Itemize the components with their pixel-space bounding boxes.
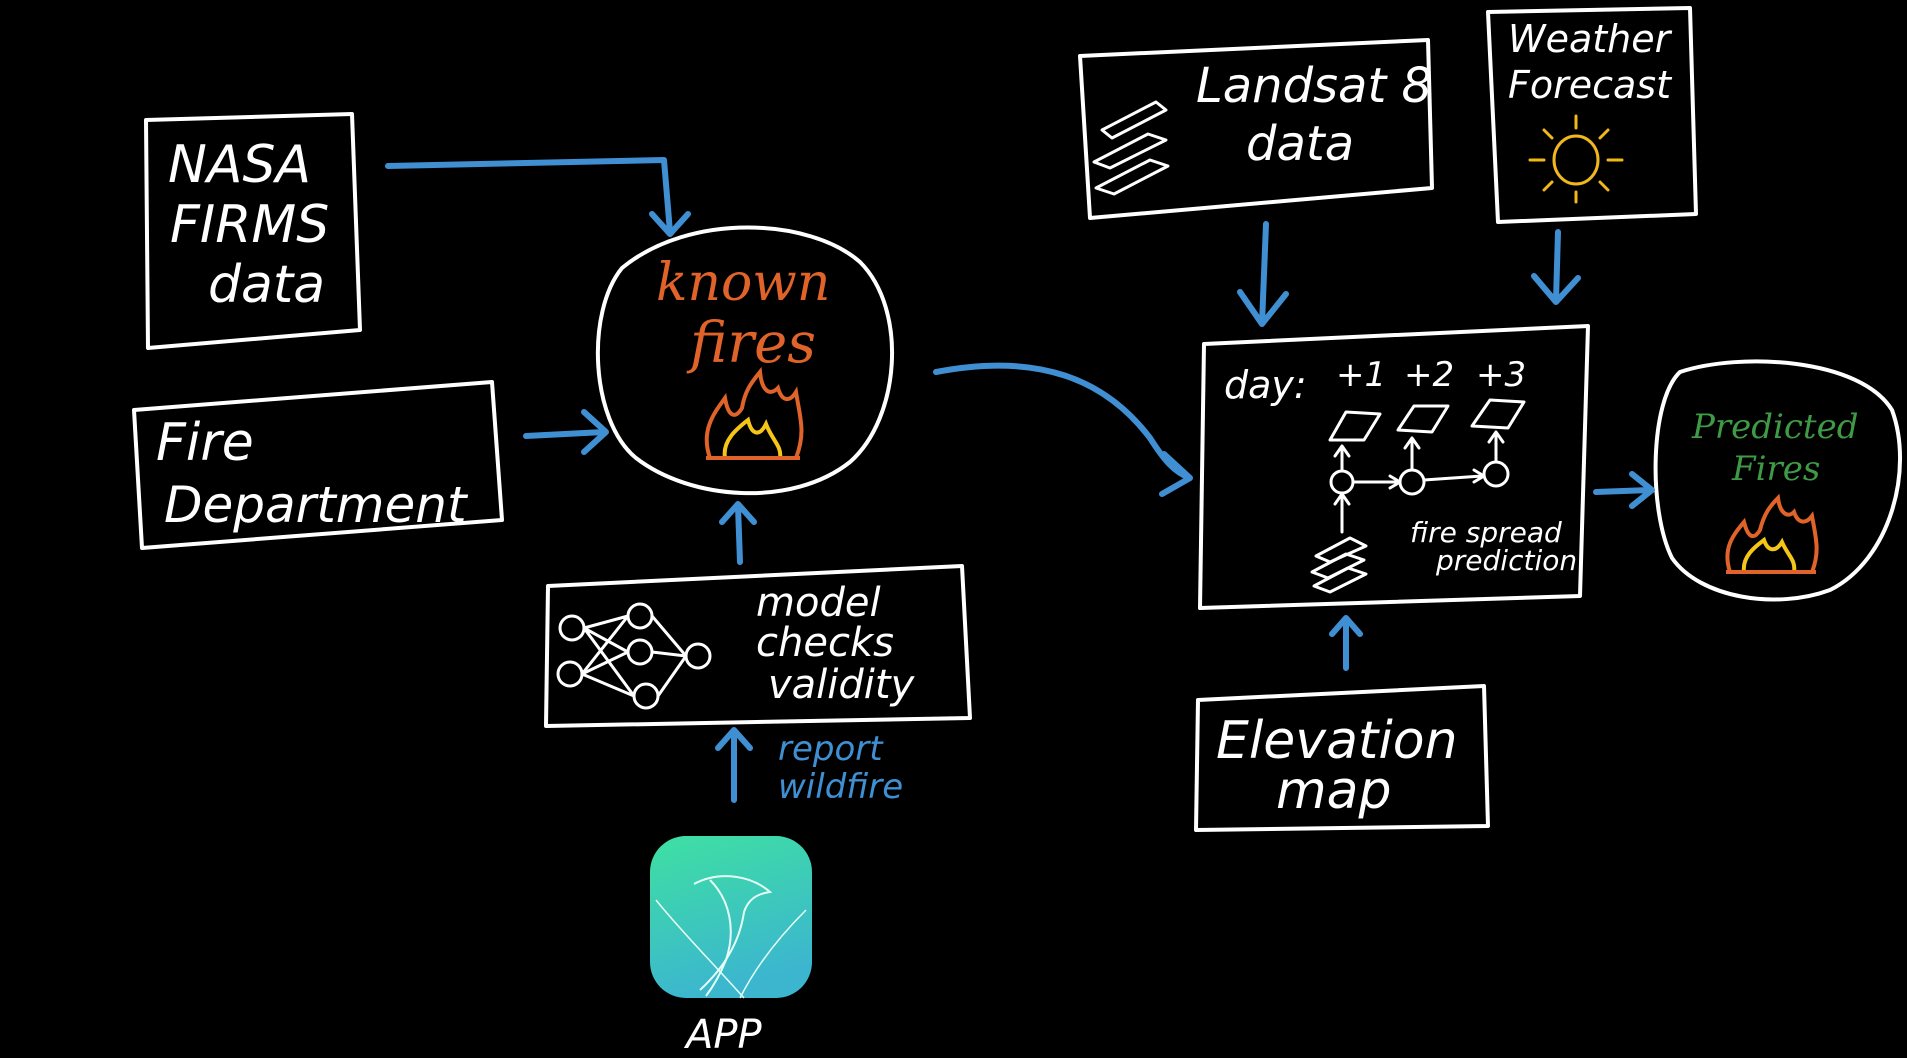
spread-caption-line-2: prediction	[1435, 544, 1577, 577]
flame-icon	[704, 366, 804, 460]
weather-line-1: Weather	[1508, 17, 1673, 61]
day-plus-1: +1	[1336, 355, 1386, 395]
weather-node: Weather Forecast	[1486, 6, 1698, 224]
known-fires-line-1: known	[656, 253, 830, 313]
day-label: day:	[1224, 363, 1307, 407]
fire-department-line-1: Fire	[156, 413, 254, 473]
arrow-spread-to-predicted	[1593, 471, 1655, 509]
sun-icon	[1528, 114, 1624, 204]
predicted-fires-line-1: Predicted	[1691, 407, 1858, 447]
app-icon[interactable]	[650, 836, 812, 998]
arrow-app-to-model	[715, 727, 753, 803]
elevation-node: Elevation map	[1194, 684, 1490, 832]
report-wildfire-line-1: report	[778, 729, 884, 769]
nasa-firms-line-3: data	[208, 255, 325, 315]
arrow-elevation-to-spread	[1329, 615, 1363, 671]
weather-line-2: Forecast	[1508, 63, 1673, 107]
report-wildfire-line-2: wildfire	[778, 767, 903, 807]
known-fires-node: known fires	[595, 225, 895, 496]
arrow-known-to-spread	[933, 362, 1193, 497]
neural-network-icon	[556, 602, 712, 710]
day-plus-2: +2	[1404, 355, 1454, 395]
app-node[interactable]: APP	[650, 836, 812, 1058]
elevation-line-2: map	[1276, 761, 1392, 821]
arrow-nasa-to-known	[385, 157, 691, 237]
fire-spread-node: day: +1 +2 +3 fire spread prediction	[1198, 324, 1590, 610]
nasa-firms-line-2: FIRMS	[170, 195, 329, 255]
arrow-landsat-to-spread	[1237, 221, 1289, 327]
fire-department-node: Fire Department	[132, 380, 504, 550]
arrows	[385, 157, 1655, 803]
landsat-line-2: data	[1246, 116, 1354, 172]
model-checks-line-2: checks	[756, 620, 894, 666]
day-plus-3: +3	[1476, 355, 1526, 395]
predicted-flame-icon	[1725, 493, 1819, 574]
predicted-fires-line-2: Fires	[1731, 449, 1820, 489]
landsat-line-1: Landsat 8	[1196, 58, 1432, 114]
arrow-weather-to-spread	[1531, 229, 1581, 305]
arrow-firedept-to-known	[523, 409, 609, 455]
model-checks-node: model checks validity	[544, 564, 972, 728]
wildfire-system-diagram: NASA FIRMS data Fire Department known fi…	[132, 6, 1902, 1058]
landsat-node: Landsat 8 data	[1078, 38, 1434, 220]
stacked-layers-icon	[1092, 100, 1170, 196]
model-checks-line-3: validity	[768, 662, 916, 708]
nasa-firms-node: NASA FIRMS data	[144, 112, 362, 350]
nasa-firms-line-1: NASA	[168, 135, 311, 195]
app-label: APP	[683, 1012, 762, 1058]
predicted-fires-node: Predicted Fires	[1653, 359, 1902, 602]
known-fires-line-2: fires	[686, 311, 816, 376]
arrow-model-to-known	[719, 501, 757, 565]
fire-department-line-2: Department	[164, 476, 469, 534]
